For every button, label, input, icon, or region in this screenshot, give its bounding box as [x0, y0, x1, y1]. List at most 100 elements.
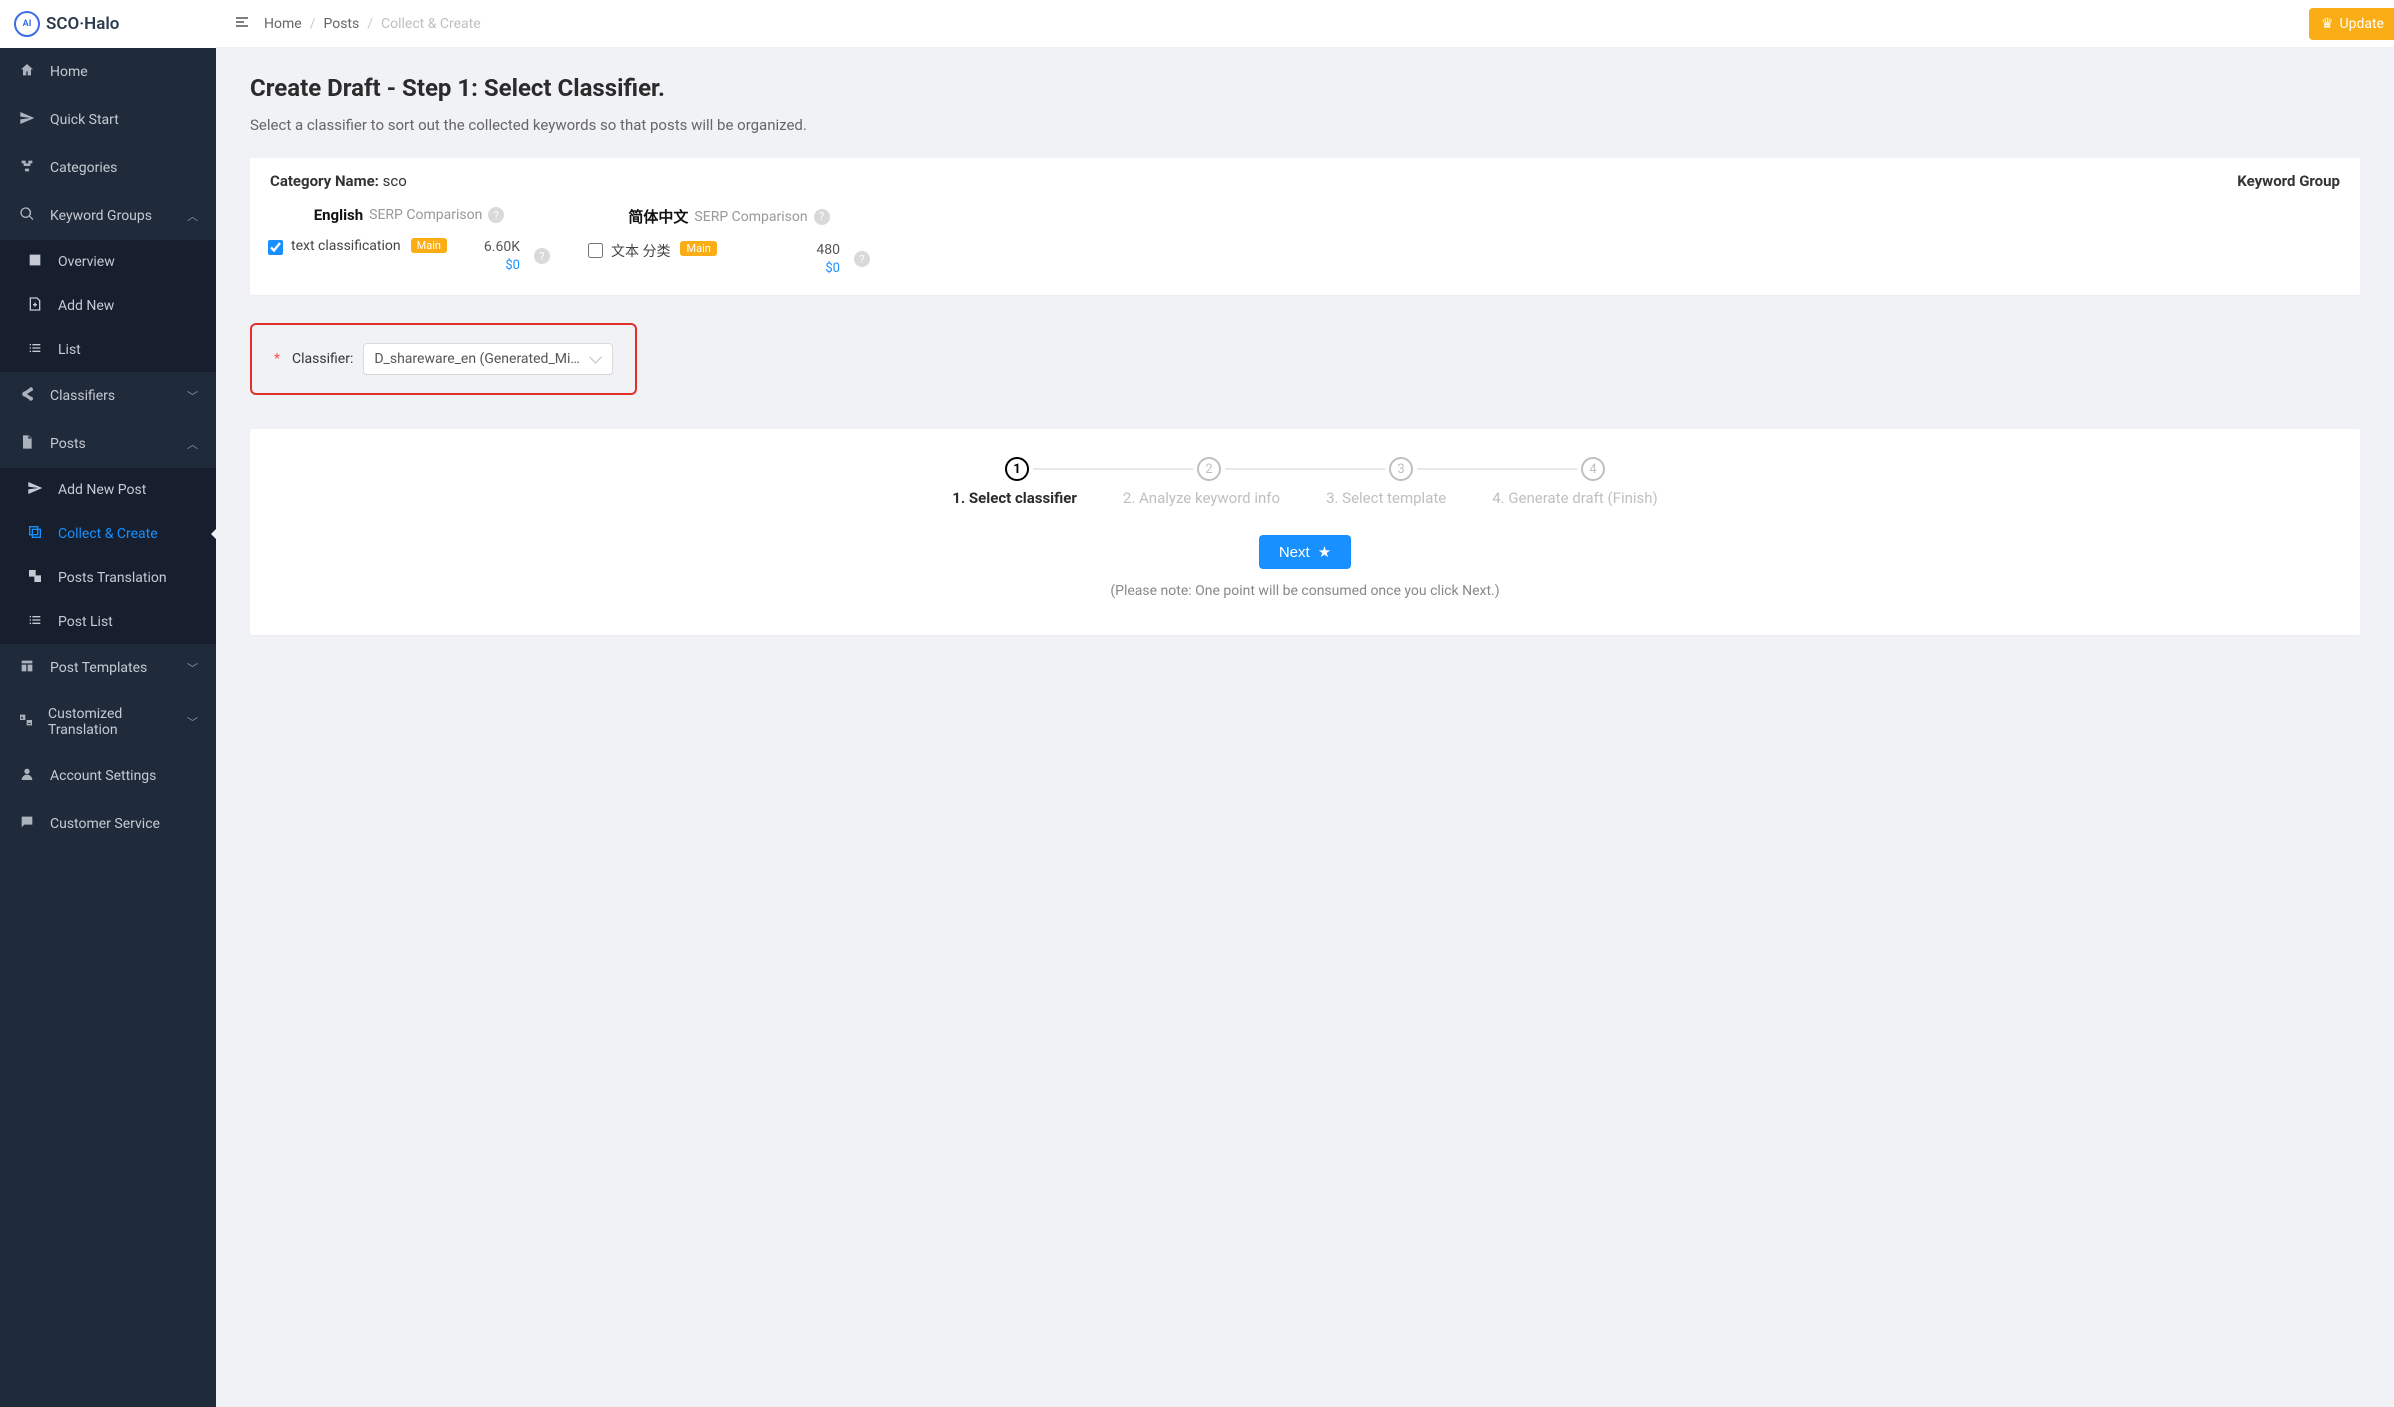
help-icon[interactable]: ? [814, 209, 830, 225]
step-line [1225, 468, 1385, 470]
keyword-volume: 6.60K [484, 238, 520, 257]
sidebar-item-label: Post Templates [50, 660, 147, 676]
language-label: 简体中文 [628, 206, 688, 227]
overview-icon [26, 252, 44, 272]
sidebar-subitem-post-list[interactable]: Post List [0, 600, 216, 644]
sidebar-item-account-settings[interactable]: Account Settings [0, 752, 216, 800]
home-icon [18, 62, 36, 82]
step-1: 1 [1005, 457, 1029, 481]
chevron-down-icon: ﹀ [187, 388, 198, 404]
az-icon [18, 712, 34, 732]
sidebar-item-customized-translation[interactable]: Customized Translation ﹀ [0, 692, 216, 752]
keyword-card: Category Name: sco Keyword Group English… [250, 158, 2360, 295]
sidebar-subitem-label: Add New [58, 298, 114, 314]
sidebar-subitem-label: Add New Post [58, 482, 146, 498]
sidebar-item-label: Categories [50, 160, 117, 176]
main-badge: Main [680, 241, 716, 256]
update-button[interactable]: ♛ Update [2309, 8, 2394, 40]
step-label: 3. Select template [1326, 489, 1446, 507]
kw-group-label: Keyword Group [2237, 172, 2340, 190]
sidebar-item-customer-service[interactable]: Customer Service [0, 800, 216, 848]
menu-toggle-icon[interactable] [234, 14, 250, 34]
brand-name: SCO·Halo [46, 14, 119, 34]
keyword-cpc: $0 [816, 260, 840, 278]
sidebar-item-post-templates[interactable]: Post Templates﹀ [0, 644, 216, 692]
next-label: Next [1279, 544, 1310, 561]
sidebar-item-keyword-groups[interactable]: Keyword Groups ︿ [0, 192, 216, 240]
step-line [1417, 468, 1577, 470]
steps-card: 1234 1. Select classifier2. Analyze keyw… [250, 429, 2360, 635]
required-star-icon: * [274, 351, 280, 367]
send-icon [26, 480, 44, 500]
step-circle-icon: 4 [1581, 457, 1605, 481]
sidebar-subitem-list[interactable]: List [0, 328, 216, 372]
step-circle-icon: 1 [1005, 457, 1029, 481]
page-subtitle: Select a classifier to sort out the coll… [250, 116, 2360, 134]
keyword-cpc: $0 [484, 257, 520, 275]
category-value: sco [383, 172, 407, 190]
step-label: 1. Select classifier [952, 489, 1077, 507]
classifier-field-highlight: * Classifier: D_shareware_en (Generated_… [250, 323, 637, 395]
help-icon[interactable]: ? [534, 248, 550, 264]
chat-icon [18, 814, 36, 834]
breadcrumb-sep-icon: / [310, 16, 316, 32]
sidebar-subitem-posts-translation[interactable]: Posts Translation [0, 556, 216, 600]
step-circle-icon: 3 [1389, 457, 1413, 481]
serp-comparison-label[interactable]: SERP Comparison [369, 207, 482, 223]
send-icon [18, 110, 36, 130]
page-title: Create Draft - Step 1: Select Classifier… [250, 74, 2360, 102]
chevron-down-icon: ﹀ [187, 714, 198, 730]
classifier-select[interactable]: D_shareware_en (Generated_Mix4 [363, 343, 613, 375]
share-icon [18, 386, 36, 406]
sidebar-subitem-add-new-post[interactable]: Add New Post [0, 468, 216, 512]
collect-icon [26, 524, 44, 544]
breadcrumb-current: Collect & Create [381, 16, 481, 32]
serp-comparison-label[interactable]: SERP Comparison [694, 209, 807, 225]
next-button[interactable]: Next ★ [1259, 535, 1351, 569]
sidebar-item-label: Quick Start [50, 112, 119, 128]
keyword-name: 文本 分类 [611, 241, 670, 261]
doc-icon [18, 434, 36, 454]
help-icon[interactable]: ? [854, 251, 870, 267]
sidebar-item-label: Home [50, 64, 88, 80]
sidebar-item-label: Classifiers [50, 388, 115, 404]
help-icon[interactable]: ? [488, 207, 504, 223]
sidebar-item-label: Keyword Groups [50, 208, 152, 224]
add-icon [26, 296, 44, 316]
logo-wrap[interactable]: AI SCO·Halo [0, 0, 216, 48]
sidebar-item-label: Customer Service [50, 816, 160, 832]
sidebar-subitem-add-new[interactable]: Add New [0, 284, 216, 328]
logo-mark-icon: AI [14, 11, 40, 37]
sidebar-subitem-label: Posts Translation [58, 570, 167, 586]
keyword-column-English: English SERP Comparison ? text classific… [264, 200, 554, 277]
sidebar-subitem-label: Overview [58, 254, 115, 270]
chevron-up-icon: ︿ [187, 436, 198, 452]
breadcrumb-sep-icon: / [367, 16, 373, 32]
breadcrumb-home[interactable]: Home [264, 16, 302, 32]
sitemap-icon [18, 158, 36, 178]
sidebar-subitem-label: List [58, 342, 81, 358]
step-line [1033, 468, 1193, 470]
keyword-checkbox[interactable] [588, 243, 603, 258]
sidebar-subitem-overview[interactable]: Overview [0, 240, 216, 284]
breadcrumb: Home / Posts / Collect & Create [264, 16, 481, 32]
sidebar-item-categories[interactable]: Categories [0, 144, 216, 192]
sidebar-item-classifiers[interactable]: Classifiers ﹀ [0, 372, 216, 420]
list-icon [26, 612, 44, 632]
category-label: Category Name: [270, 172, 379, 190]
step-label: 4. Generate draft (Finish) [1492, 489, 1658, 507]
keyword-checkbox[interactable] [268, 240, 283, 255]
consume-note: (Please note: One point will be consumed… [1110, 583, 1499, 599]
star-icon: ★ [1318, 543, 1331, 561]
user-icon [18, 766, 36, 786]
keyword-name: text classification [291, 238, 401, 254]
sidebar-item-label: Customized Translation [48, 706, 173, 738]
breadcrumb-posts[interactable]: Posts [323, 16, 359, 32]
sidebar-item-posts[interactable]: Posts︿ [0, 420, 216, 468]
chevron-up-icon: ︿ [187, 208, 198, 224]
sidebar-subitem-collect-&-create[interactable]: Collect & Create [0, 512, 216, 556]
sidebar-item-home[interactable]: Home [0, 48, 216, 96]
update-label: Update [2340, 16, 2384, 32]
sidebar-item-quick-start[interactable]: Quick Start [0, 96, 216, 144]
sidebar-subitem-label: Post List [58, 614, 113, 630]
